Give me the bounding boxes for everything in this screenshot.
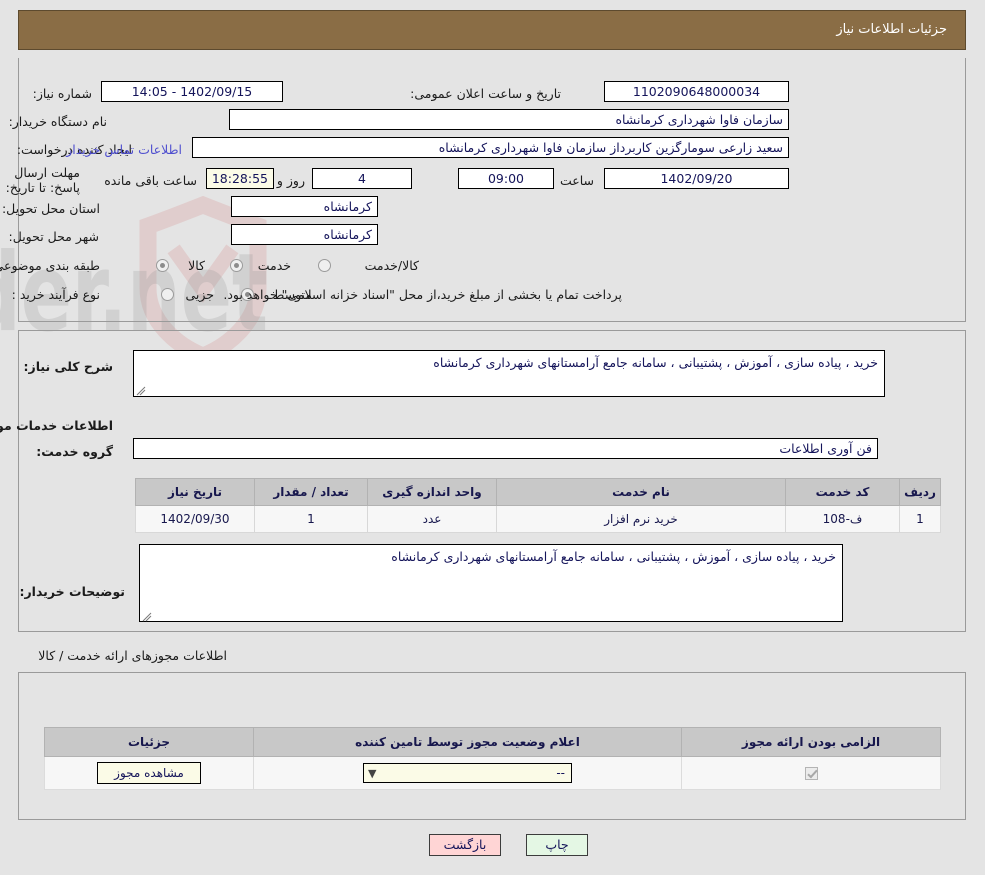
cell-need-date: 1402/09/30: [136, 506, 255, 533]
cell-radif: 1: [900, 506, 941, 533]
general-desc-textarea[interactable]: خرید ، پیاده سازی ، آموزش ، پشتیبانی ، س…: [133, 350, 885, 397]
process-label-jozei: جزیی: [185, 287, 214, 302]
deadline-time-value: 09:00: [458, 168, 554, 189]
services-heading: اطلاعات خدمات مورد نیاز: [0, 418, 113, 433]
col-permit-details: جزئیات: [45, 728, 254, 757]
cell-permit-details: مشاهده مجوز: [45, 757, 254, 790]
process-radio-jozei[interactable]: [161, 288, 174, 301]
cell-name: خرید نرم افزار: [497, 506, 786, 533]
buyer-org-label: نام دستگاه خریدار:: [9, 114, 107, 129]
process-label: نوع فرآیند خرید :: [12, 287, 100, 302]
table-row: ▼ -- مشاهده مجوز: [45, 757, 941, 790]
print-button[interactable]: چاپ: [526, 834, 588, 856]
buyer-contact-link[interactable]: اطلاعات تماس خریدار: [66, 142, 182, 157]
col-code: کد خدمت: [786, 479, 900, 506]
buyer-notes-textarea[interactable]: خرید ، پیاده سازی ، آموزش ، پشتیبانی ، س…: [139, 544, 843, 622]
remaining-time-value: 18:28:55: [206, 168, 274, 189]
permit-required-checkbox[interactable]: [805, 767, 818, 780]
cell-permit-required: [682, 757, 941, 790]
province-label: استان محل تحویل:: [2, 201, 100, 216]
category-label-khedmat: خدمت: [258, 258, 291, 273]
category-radio-kala[interactable]: [156, 259, 169, 272]
treasury-note: پرداخت تمام یا بخشی از مبلغ خرید،از محل …: [223, 287, 622, 302]
col-need-date: تاریخ نیاز: [136, 479, 255, 506]
back-button[interactable]: بازگشت: [429, 834, 501, 856]
table-row: 1 ف-108 خرید نرم افزار عدد 1 1402/09/30: [136, 506, 941, 533]
announce-datetime-value: 1402/09/15 - 14:05: [101, 81, 283, 102]
creator-value: سعید زارعی سومارگزین کاربرداز سازمان فاو…: [192, 137, 789, 158]
permits-heading: اطلاعات مجوزهای ارائه خدمت / کالا: [38, 648, 227, 663]
col-unit: واحد اندازه گیری: [368, 479, 497, 506]
province-value: کرمانشاه: [231, 196, 378, 217]
deadline-date-value: 1402/09/20: [604, 168, 789, 189]
cell-code: ف-108: [786, 506, 900, 533]
remaining-time-label: ساعت باقی مانده: [104, 173, 197, 188]
permit-status-selected-value: --: [556, 766, 565, 780]
deadline-hour-label: ساعت: [560, 173, 594, 188]
col-name: نام خدمت: [497, 479, 786, 506]
category-radio-khedmat[interactable]: [230, 259, 243, 272]
deadline-label: مهلت ارسال پاسخ: تا تاریخ:: [0, 165, 80, 195]
col-radif: ردیف: [900, 479, 941, 506]
service-group-value: فن آوری اطلاعات: [133, 438, 878, 459]
view-permit-button[interactable]: مشاهده مجوز: [97, 762, 201, 784]
cell-unit: عدد: [368, 506, 497, 533]
category-radio-kala-khedmat[interactable]: [318, 259, 331, 272]
buyer-notes-label: توضیحات خریدار:: [19, 584, 125, 599]
category-label: طبقه بندی موضوعی:: [0, 258, 100, 273]
cell-permit-status: ▼ --: [254, 757, 682, 790]
permits-table-header-row: الزامی بودن ارائه مجوز اعلام وضعیت مجوز …: [45, 728, 941, 757]
page-root: AriaTender.net جزئیات اطلاعات نیاز شماره…: [0, 0, 985, 875]
page-title-bar: جزئیات اطلاعات نیاز: [18, 10, 966, 50]
city-value: کرمانشاه: [231, 224, 378, 245]
chevron-down-icon: ▼: [368, 766, 376, 782]
service-group-label: گروه خدمت:: [36, 444, 113, 459]
category-label-kala: کالا: [188, 258, 205, 273]
cell-qty: 1: [255, 506, 368, 533]
services-table-header-row: ردیف کد خدمت نام خدمت واحد اندازه گیری ت…: [136, 479, 941, 506]
remaining-days-label: روز و: [277, 173, 305, 188]
services-table: ردیف کد خدمت نام خدمت واحد اندازه گیری ت…: [135, 478, 941, 533]
category-label-kala-khedmat: کالا/خدمت: [365, 258, 419, 273]
col-permit-status: اعلام وضعیت مجوز توسط تامین کننده: [254, 728, 682, 757]
announce-datetime-label: تاریخ و ساعت اعلان عمومی:: [410, 86, 561, 101]
city-label: شهر محل تحویل:: [9, 229, 99, 244]
col-permit-required: الزامی بودن ارائه مجوز: [682, 728, 941, 757]
remaining-days-value: 4: [312, 168, 412, 189]
page-title: جزئیات اطلاعات نیاز: [836, 22, 947, 37]
col-qty: تعداد / مقدار: [255, 479, 368, 506]
buyer-org-value: سازمان فاوا شهرداری کرمانشاه: [229, 109, 789, 130]
buyer-notes-resize-grip[interactable]: [142, 607, 152, 617]
general-desc-label: شرح کلی نیاز:: [24, 359, 113, 374]
permits-table: الزامی بودن ارائه مجوز اعلام وضعیت مجوز …: [44, 727, 941, 790]
permit-status-select[interactable]: ▼ --: [363, 763, 572, 783]
need-number-label: شماره نیاز:: [33, 86, 92, 101]
need-number-value: 1102090648000034: [604, 81, 789, 102]
general-desc-resize-grip[interactable]: [136, 381, 146, 391]
